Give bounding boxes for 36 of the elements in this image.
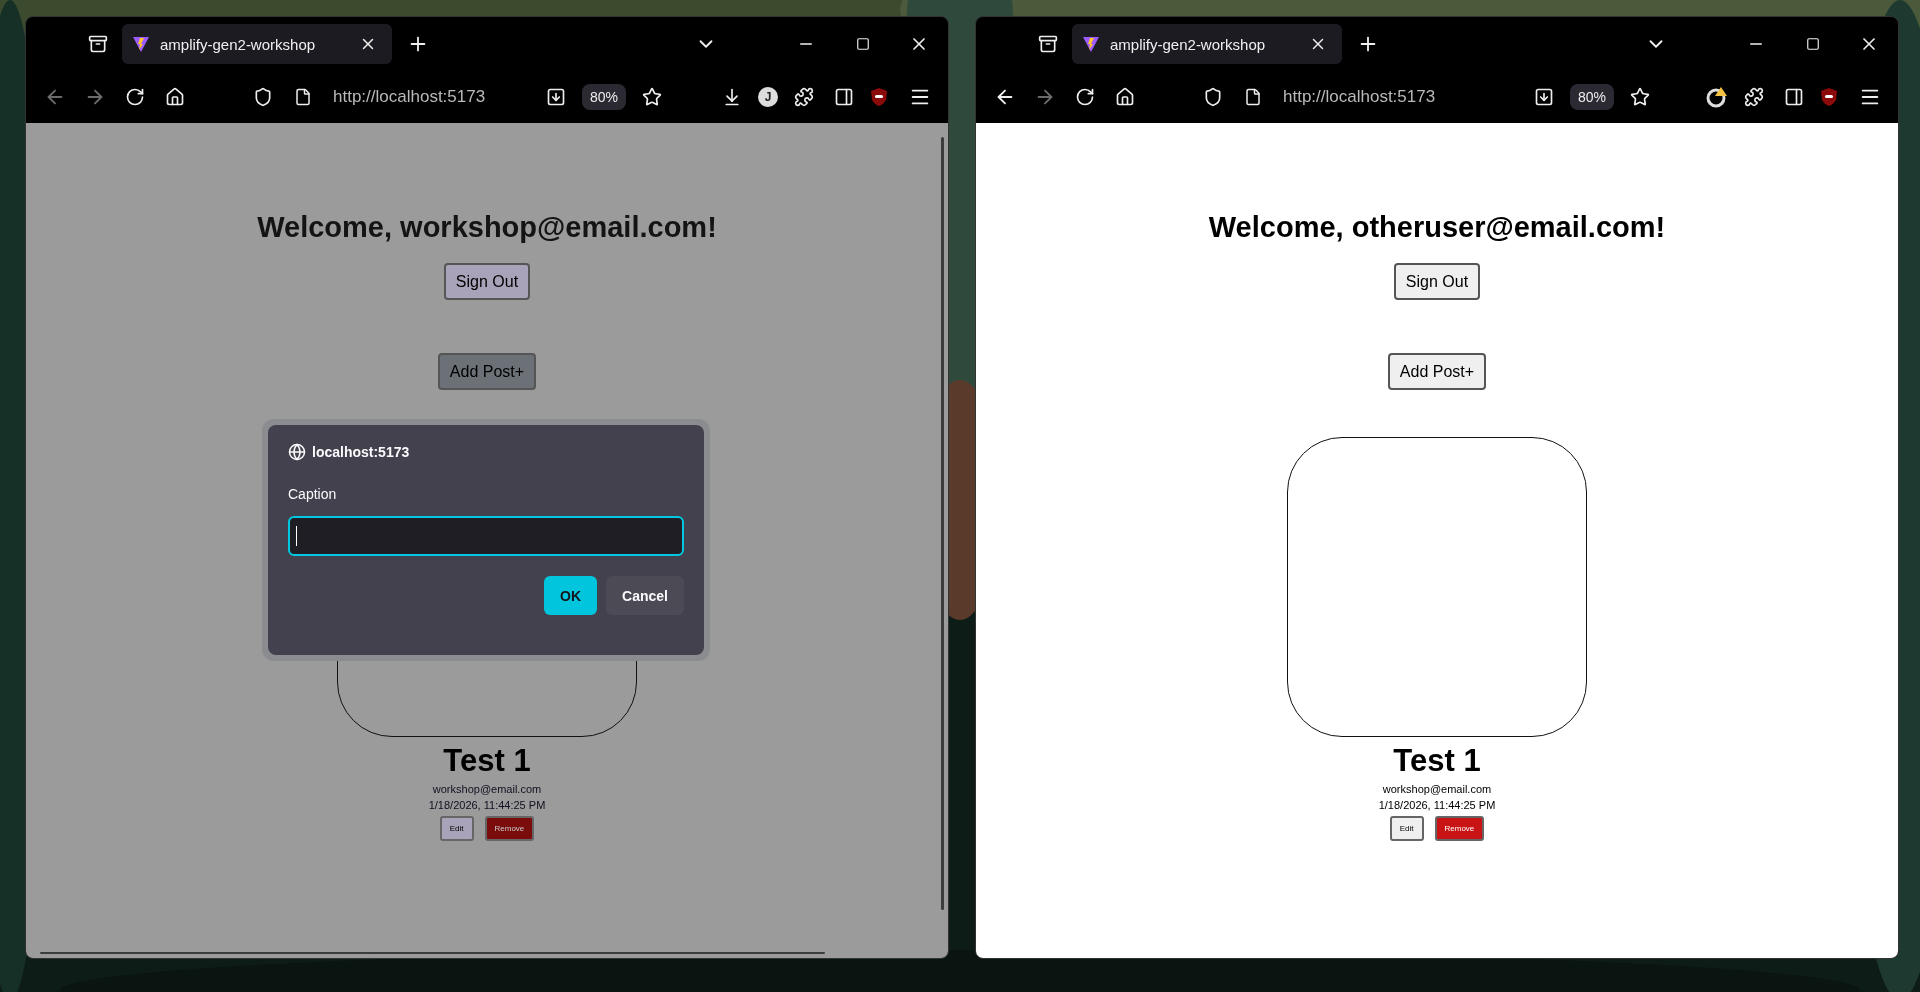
add-post-button[interactable]: Add Post+	[1387, 353, 1487, 390]
zoom-level[interactable]: 80%	[581, 84, 626, 110]
post-date: 1/18/2026, 11:44:25 PM	[1378, 798, 1496, 813]
horizontal-scrollbar[interactable]	[40, 952, 825, 954]
address-bar[interactable]: http://localhost:5173	[1283, 87, 1436, 107]
caption-input-field[interactable]	[288, 516, 684, 556]
edit-button[interactable]: Edit	[439, 816, 474, 841]
zoom-level[interactable]: 80%	[1569, 84, 1614, 110]
post-date: 1/18/2026, 11:44:25 PM	[428, 798, 546, 813]
address-bar[interactable]: http://localhost:5173	[333, 87, 486, 107]
post-author: workshop@email.com	[432, 782, 542, 797]
vertical-scrollbar[interactable]	[941, 137, 944, 910]
tab-favicon-icon	[1082, 35, 1100, 53]
shield-extension-icon[interactable]	[1820, 87, 1838, 107]
remove-button[interactable]: Remove	[484, 816, 535, 841]
welcome-heading: Welcome, workshop@email.com!	[257, 210, 717, 245]
add-post-button[interactable]: Add Post+	[437, 353, 537, 390]
globe-icon	[288, 443, 306, 461]
post-author: workshop@email.com	[1382, 782, 1492, 797]
remove-button[interactable]: Remove	[1434, 816, 1485, 841]
caption-label: Caption	[288, 486, 338, 502]
sign-out-button[interactable]: Sign Out	[443, 263, 531, 300]
tab-favicon-icon	[132, 35, 150, 53]
ok-button[interactable]: OK	[544, 576, 598, 615]
post-title: Test 1	[443, 743, 531, 779]
post-title: Test 1	[1393, 743, 1481, 779]
account-avatar[interactable]: J	[758, 87, 778, 107]
sign-out-button[interactable]: Sign Out	[1393, 263, 1481, 300]
account-warning-icon[interactable]	[1706, 86, 1728, 108]
dialog-origin: localhost:5173	[312, 444, 410, 460]
browser-tab[interactable]: amplify-gen2-workshop	[122, 24, 392, 64]
welcome-heading: Welcome, otheruser@email.com!	[1208, 210, 1666, 245]
cancel-button[interactable]: Cancel	[606, 576, 684, 615]
edit-button[interactable]: Edit	[1389, 816, 1424, 841]
browser-tab[interactable]: amplify-gen2-workshop	[1072, 24, 1342, 64]
shield-extension-icon[interactable]	[870, 87, 888, 107]
